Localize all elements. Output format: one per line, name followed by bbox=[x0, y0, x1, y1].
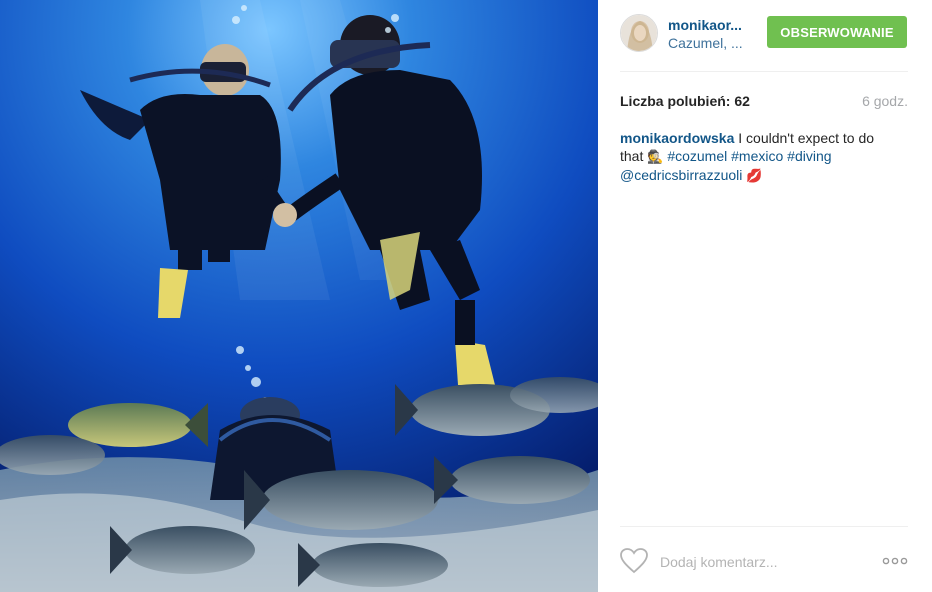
post-stats: Liczba polubień: 62 6 godz. bbox=[620, 93, 908, 109]
avatar-image bbox=[621, 15, 657, 51]
avatar[interactable] bbox=[620, 14, 658, 52]
post-photo[interactable] bbox=[0, 0, 598, 592]
detective-emoji-icon: 🕵 bbox=[647, 149, 664, 164]
mention-link[interactable]: @cedricsbirrazzuoli bbox=[620, 167, 742, 183]
footer-divider bbox=[620, 526, 908, 527]
location-link[interactable]: Cazumel, ... bbox=[668, 34, 758, 52]
post-footer bbox=[620, 546, 908, 576]
post-card: monikaor... Cazumel, ... OBSERWOWANIE Li… bbox=[0, 0, 932, 592]
caption-username-link[interactable]: monikaordowska bbox=[620, 130, 734, 146]
likes-count[interactable]: Liczba polubień: 62 bbox=[620, 93, 750, 109]
hashtag-mexico-link[interactable]: #mexico bbox=[731, 148, 783, 164]
username-link[interactable]: monikaor... bbox=[668, 16, 758, 34]
heart-icon[interactable] bbox=[620, 548, 648, 574]
hashtag-diving-link[interactable]: #diving bbox=[787, 148, 831, 164]
hashtag-cozumel-link[interactable]: #cozumel bbox=[667, 148, 727, 164]
user-info: monikaor... Cazumel, ... bbox=[668, 16, 758, 52]
underwater-photo bbox=[0, 0, 598, 592]
post-caption: monikaordowska I couldn't expect to do t… bbox=[620, 129, 898, 185]
more-options-icon[interactable] bbox=[882, 554, 908, 568]
post-time[interactable]: 6 godz. bbox=[862, 93, 908, 109]
header-divider bbox=[620, 71, 908, 72]
kiss-emoji-icon: 💋 bbox=[746, 168, 763, 183]
post-header: monikaor... Cazumel, ... OBSERWOWANIE bbox=[620, 14, 908, 54]
post-sidebar: monikaor... Cazumel, ... OBSERWOWANIE Li… bbox=[598, 0, 932, 592]
comment-input[interactable] bbox=[658, 550, 862, 574]
follow-button[interactable]: OBSERWOWANIE bbox=[767, 16, 907, 48]
